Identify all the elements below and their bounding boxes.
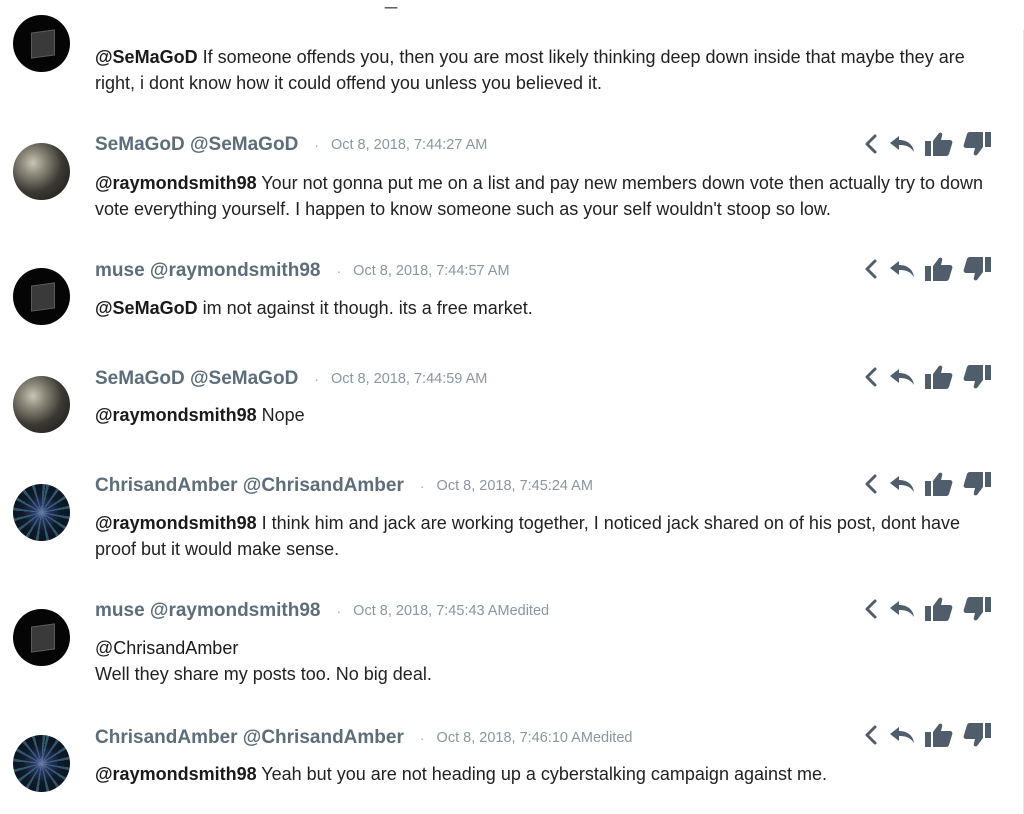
chevron-left-icon[interactable]: [862, 473, 880, 495]
chevron-left-icon[interactable]: [862, 366, 880, 388]
comment-text: Well they share my posts too. No big dea…: [95, 664, 432, 684]
mention-link[interactable]: @raymondsmith98: [95, 405, 257, 425]
comment-body: @raymondsmith98 Nope: [95, 402, 995, 428]
edited-label: edited: [509, 603, 550, 619]
comment-body: @SeMaGoD If someone offends you, then yo…: [95, 44, 995, 96]
avatar[interactable]: [13, 484, 70, 541]
mention-link[interactable]: @ChrisandAmber: [95, 635, 995, 661]
thumbs-down-icon[interactable]: [962, 256, 992, 282]
mention-link[interactable]: @SeMaGoD: [95, 47, 198, 67]
comment-header: muse @raymondsmith98 · Oct 8, 2018, 7:44…: [95, 259, 510, 283]
comment-body: @ChrisandAmber Well they share my posts …: [95, 635, 995, 687]
reply-icon[interactable]: [888, 366, 916, 388]
separator: ·: [419, 730, 425, 746]
reply-icon[interactable]: [888, 598, 916, 620]
mention-link[interactable]: @raymondsmith98: [95, 513, 257, 533]
separator: ·: [314, 371, 319, 387]
author-name[interactable]: muse @raymondsmith98: [95, 260, 321, 282]
avatar[interactable]: [13, 143, 70, 200]
comment-header: muse @raymondsmith98 · Oct 8, 2018, 7:45…: [95, 599, 549, 623]
timestamp[interactable]: Oct 8, 2018, 7:44:59 AM: [331, 371, 487, 387]
separator: ·: [314, 137, 319, 153]
comment-body: @SeMaGoD im not against it though. its a…: [95, 295, 995, 321]
comment-body: @raymondsmith98 Yeah but you are not hea…: [95, 761, 995, 787]
comment-actions: [862, 363, 1000, 391]
edited-label: edited: [592, 730, 633, 746]
thumbs-down-icon[interactable]: [962, 364, 992, 390]
chevron-left-icon[interactable]: [862, 258, 880, 280]
comment-actions: [862, 470, 1000, 498]
chevron-left-icon[interactable]: [862, 598, 880, 620]
reply-icon[interactable]: [888, 724, 916, 746]
comment-actions: [862, 255, 1000, 283]
timestamp[interactable]: Oct 8, 2018, 7:44:27 AM: [331, 137, 487, 153]
comment-text: If someone offends you, then you are mos…: [95, 47, 965, 93]
thumbs-down-icon[interactable]: [962, 596, 992, 622]
comment-body: @raymondsmith98 I think him and jack are…: [95, 510, 995, 562]
timestamp[interactable]: Oct 8, 2018, 7:46:10 AM: [437, 730, 593, 746]
top-cut-header: _: [0, 0, 1024, 12]
comment-header: ChrisandAmber @ChrisandAmber · Oct 8, 20…: [95, 474, 593, 498]
chevron-left-icon[interactable]: [862, 133, 880, 155]
comment-header: ChrisandAmber @ChrisandAmber · Oct 8, 20…: [95, 726, 632, 750]
avatar[interactable]: [13, 268, 70, 325]
thumbs-down-icon[interactable]: [962, 722, 992, 748]
mention-link[interactable]: @raymondsmith98: [95, 764, 257, 784]
comment-text: Nope: [256, 405, 305, 425]
author-name[interactable]: ChrisandAmber @ChrisandAmber: [95, 727, 404, 749]
author-name[interactable]: muse @raymondsmith98: [95, 600, 321, 622]
timestamp[interactable]: Oct 8, 2018, 7:45:43 AM: [353, 603, 509, 619]
mention-link[interactable]: @SeMaGoD: [95, 298, 198, 318]
reply-icon[interactable]: [888, 133, 916, 155]
comment-actions: [862, 130, 1000, 158]
comment-text: Yeah but you are not heading up a cybers…: [256, 764, 828, 784]
thumbs-down-icon[interactable]: [962, 131, 992, 157]
comment-actions: [862, 595, 1000, 623]
thumbs-up-icon[interactable]: [924, 131, 954, 157]
avatar[interactable]: [13, 735, 70, 792]
reply-icon[interactable]: [888, 473, 916, 495]
mention-link[interactable]: @raymondsmith98: [95, 173, 257, 193]
thumbs-up-icon[interactable]: [924, 722, 954, 748]
avatar[interactable]: [13, 15, 70, 72]
separator: ·: [336, 263, 342, 279]
thumbs-up-icon[interactable]: [924, 256, 954, 282]
comment-header: SeMaGoD @SeMaGoD · Oct 8, 2018, 7:44:27 …: [95, 133, 487, 157]
reply-icon[interactable]: [888, 258, 916, 280]
author-name[interactable]: ChrisandAmber @ChrisandAmber: [95, 475, 404, 497]
author-name[interactable]: SeMaGoD @SeMaGoD: [95, 134, 298, 156]
separator: ·: [419, 478, 425, 494]
chevron-left-icon[interactable]: [862, 724, 880, 746]
comment-header: SeMaGoD @SeMaGoD · Oct 8, 2018, 7:44:59 …: [95, 367, 487, 391]
thumbs-up-icon[interactable]: [924, 364, 954, 390]
thumbs-up-icon[interactable]: [924, 596, 954, 622]
thumbs-up-icon[interactable]: [924, 471, 954, 497]
avatar[interactable]: [13, 376, 70, 433]
comment-body: @raymondsmith98 Your not gonna put me on…: [95, 170, 995, 222]
separator: ·: [336, 603, 342, 619]
avatar[interactable]: [13, 609, 70, 666]
comment-actions: [862, 721, 1000, 749]
timestamp[interactable]: Oct 8, 2018, 7:45:24 AM: [437, 478, 593, 494]
author-name[interactable]: SeMaGoD @SeMaGoD: [95, 368, 298, 390]
top-partial-title: _: [385, 0, 398, 10]
thumbs-down-icon[interactable]: [962, 471, 992, 497]
timestamp[interactable]: Oct 8, 2018, 7:44:57 AM: [353, 263, 509, 279]
comment-text: im not against it though. its a free mar…: [197, 298, 533, 318]
